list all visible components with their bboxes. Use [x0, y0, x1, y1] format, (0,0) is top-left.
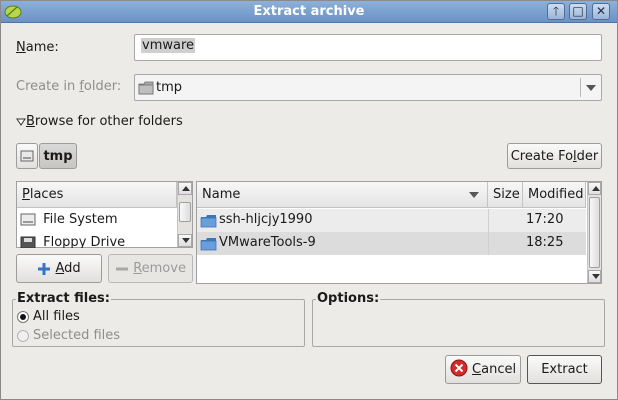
close-icon: ✕ [595, 4, 607, 18]
name-input-value: vmware [141, 38, 196, 53]
path-toggle-button[interactable] [16, 143, 38, 169]
title-bar[interactable]: Extract archive 🡑 □ ✕ [1, 1, 617, 23]
file-name: VMwareTools-9 [219, 235, 316, 250]
places-item[interactable]: File System [17, 209, 177, 232]
up-arrow-icon [592, 186, 600, 191]
file-modified: 18:25 [526, 235, 564, 250]
folder-icon [200, 238, 217, 251]
places-panel: Places File System Floppy Drive [16, 181, 193, 248]
up-arrow-icon [182, 186, 190, 191]
raise-window-button[interactable]: 🡑 [547, 3, 565, 20]
cancel-icon [450, 359, 468, 377]
cancel-button[interactable]: Cancel [445, 355, 521, 384]
drive-icon [20, 213, 36, 226]
close-button[interactable]: ✕ [592, 3, 610, 20]
file-name: ssh-hljcjy1990 [219, 212, 313, 227]
scroll-down-button[interactable] [588, 270, 601, 283]
folder-icon [200, 215, 217, 228]
remove-place-button[interactable]: Remove [108, 254, 193, 283]
selected-files-label[interactable]: Selected files [33, 328, 120, 343]
scroll-down-button[interactable] [178, 234, 192, 247]
expander-arrow-icon [16, 118, 26, 126]
places-scrollbar[interactable] [177, 182, 192, 247]
file-row[interactable]: VMwareTools-9 18:25 [197, 232, 586, 255]
floppy-icon [20, 236, 36, 248]
add-place-button[interactable]: Add [16, 254, 102, 283]
combo-separator [580, 78, 581, 97]
file-list-scrollbar[interactable] [587, 182, 601, 283]
maximize-button[interactable]: □ [569, 3, 587, 20]
down-arrow-icon [182, 238, 190, 243]
options-frame [312, 299, 605, 347]
folder-icon [138, 81, 154, 95]
places-header[interactable]: Places [17, 182, 177, 208]
browse-expander[interactable]: Browse for other folders [16, 114, 183, 129]
create-in-folder-label: Create in folder: [16, 79, 122, 94]
places-item[interactable]: Floppy Drive [17, 232, 177, 248]
dropdown-arrow-icon [586, 85, 596, 91]
extract-files-title: Extract files: [16, 291, 111, 306]
drive-icon [20, 150, 34, 162]
file-modified: 17:20 [526, 212, 564, 227]
file-row[interactable]: ssh-hljcjy1990 17:20 [197, 209, 586, 232]
all-files-label[interactable]: All files [33, 309, 80, 324]
scroll-thumb[interactable] [589, 197, 600, 268]
maximize-icon: □ [572, 4, 584, 18]
sort-arrow-icon [469, 192, 479, 198]
file-list-panel: Name Size Modified ssh-hljcjy1990 17:20 … [196, 181, 602, 284]
path-button-tmp[interactable]: tmp [39, 143, 77, 169]
column-divider [488, 209, 489, 255]
name-label: Name: [16, 40, 59, 55]
create-in-folder-value: tmp [156, 80, 183, 95]
options-title: Options: [316, 291, 381, 306]
all-files-radio[interactable] [17, 311, 29, 323]
name-input[interactable]: vmware [134, 34, 602, 61]
up-arrow-icon: 🡑 [552, 4, 560, 18]
modified-column-header[interactable]: Modified [523, 182, 586, 208]
remove-icon [116, 267, 129, 270]
create-folder-button[interactable]: Create Folder [507, 143, 602, 169]
create-in-folder-combo[interactable]: tmp [134, 74, 602, 101]
selected-files-radio[interactable] [17, 330, 29, 342]
name-column-header[interactable]: Name [197, 182, 488, 208]
extract-archive-dialog: Extract archive 🡑 □ ✕ Name: vmware Creat… [0, 0, 618, 400]
window-title: Extract archive [253, 4, 365, 19]
down-arrow-icon [592, 274, 600, 279]
scroll-up-button[interactable] [588, 182, 601, 195]
size-column-header[interactable]: Size [488, 182, 523, 208]
scroll-thumb[interactable] [179, 202, 191, 222]
add-icon [38, 262, 51, 275]
extract-button[interactable]: Extract [527, 355, 602, 384]
scroll-up-button[interactable] [178, 182, 192, 195]
